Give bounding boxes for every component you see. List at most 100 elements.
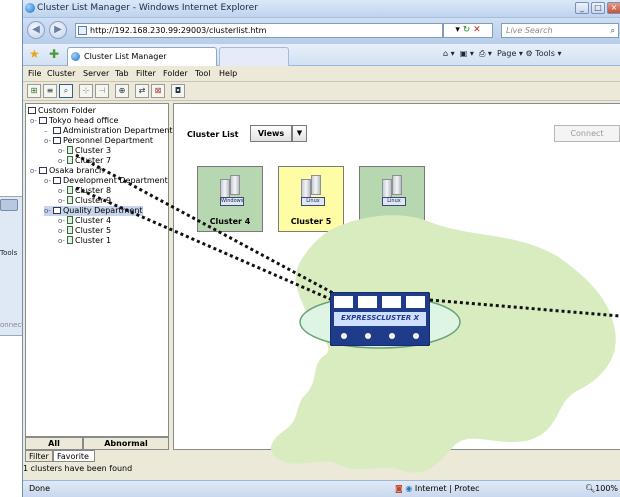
url-text: http://192.168.230.99:29003/clusterlist.… bbox=[90, 26, 267, 35]
refresh-stop-buttons[interactable]: ▾ ↻ ✕ bbox=[443, 23, 493, 38]
tree-item-cluster4[interactable]: o- Cluster 4 bbox=[58, 216, 111, 226]
menu-server[interactable]: Server bbox=[83, 66, 109, 81]
new-tab-button[interactable] bbox=[219, 47, 289, 66]
title-bar: Cluster List Manager - Windows Internet … bbox=[23, 0, 620, 18]
delete-icon[interactable]: ⊠ bbox=[151, 84, 165, 98]
disabled-tool-icon[interactable]: ⊹ bbox=[79, 84, 93, 98]
search-cluster-icon[interactable]: ⌕ bbox=[59, 84, 73, 98]
add-favorite-icon[interactable]: ✚ bbox=[49, 47, 59, 61]
background-tools-menu: Tools bbox=[0, 249, 18, 257]
views-dropdown-arrow[interactable]: ▼ bbox=[292, 125, 307, 142]
expand-icon[interactable]: o- bbox=[44, 136, 52, 146]
settings-icon[interactable]: ◘ bbox=[171, 84, 185, 98]
search-input[interactable]: Live Search ⌕ bbox=[501, 23, 619, 38]
print-icon[interactable]: ⎙ ▾ bbox=[479, 49, 492, 58]
tree-item-cluster7[interactable]: o- Cluster 7 bbox=[58, 156, 111, 166]
list-view-icon[interactable]: ≡ bbox=[43, 84, 57, 98]
tree-item-cluster1[interactable]: o- Cluster 1 bbox=[58, 236, 111, 246]
back-button[interactable]: ◀ bbox=[27, 21, 45, 39]
os-badge: Linux bbox=[382, 197, 406, 206]
search-icon[interactable]: ⌕ bbox=[611, 24, 615, 37]
menu-help[interactable]: Help bbox=[219, 66, 237, 81]
expand-icon[interactable]: o- bbox=[44, 176, 52, 186]
close-button[interactable]: × bbox=[607, 2, 620, 14]
tree-label: Administration Department bbox=[63, 126, 173, 135]
folder-icon bbox=[39, 167, 47, 174]
cluster-card-cluster4[interactable]: Windows Cluster 4 bbox=[197, 166, 263, 232]
cluster-icon bbox=[67, 186, 73, 194]
tree-label: Cluster 1 bbox=[75, 236, 112, 245]
cluster-card-cluster5[interactable]: Linux Cluster 5 bbox=[278, 166, 344, 232]
tree-label: Cluster 3 bbox=[75, 146, 112, 155]
folder-icon bbox=[53, 207, 61, 214]
zoom-level[interactable]: 🔍︎100% ▾ bbox=[585, 481, 620, 497]
favorites-star-icon[interactable]: ★ bbox=[29, 47, 40, 61]
tree-item-development[interactable]: o- Development Department bbox=[44, 176, 168, 186]
expand-icon[interactable]: o- bbox=[44, 206, 52, 216]
cluster-card-cluster1[interactable]: Linux Cluster 1 bbox=[359, 166, 425, 232]
cluster-list-panel: Cluster List Views ▼ Connect Windows Clu… bbox=[173, 103, 620, 450]
tree-label: Cluster 4 bbox=[75, 216, 112, 225]
tree-root[interactable]: Custom Folder bbox=[28, 106, 96, 116]
page-tools-menu[interactable]: Page ▾ ⚙ Tools ▾ bbox=[497, 49, 561, 58]
add-cluster-icon[interactable]: ⊕ bbox=[115, 84, 129, 98]
tree-item-tokyo[interactable]: o- Tokyo head office bbox=[30, 116, 118, 126]
expand-icon[interactable]: o- bbox=[30, 116, 38, 126]
url-input[interactable]: http://192.168.230.99:29003/clusterlist.… bbox=[75, 23, 443, 38]
browser-status-bar: Done ◙ ◉ Internet | Protec 🔍︎100% ▾ bbox=[23, 480, 620, 497]
menu-file[interactable]: File bbox=[28, 66, 41, 81]
tab-filter[interactable]: Filter bbox=[25, 450, 53, 462]
tree-item-admin[interactable]: – Administration Department bbox=[44, 126, 173, 136]
tab-favorite[interactable]: Favorite bbox=[53, 450, 95, 462]
branch-icon: o- bbox=[58, 187, 65, 195]
favorites-bar: ★ ✚ Cluster List Manager ⌂ ▾ ▣ ▾ ⎙ ▾ Pag… bbox=[23, 44, 620, 66]
zone-label: Internet | Protec bbox=[414, 484, 480, 493]
tree-label: Development Department bbox=[63, 176, 168, 185]
tree-item-quality-selected[interactable]: o- Quality Department bbox=[44, 206, 143, 216]
security-zone: ◙ ◉ Internet | Protec bbox=[395, 481, 480, 497]
branch-icon: – bbox=[44, 127, 48, 135]
tab-all[interactable]: All bbox=[25, 437, 83, 450]
folder-icon bbox=[28, 107, 36, 114]
command-bar[interactable]: ⌂ ▾ ▣ ▾ ⎙ ▾ Page ▾ ⚙ Tools ▾ bbox=[443, 49, 561, 59]
minimize-button[interactable]: _ bbox=[575, 2, 589, 14]
menu-tool[interactable]: Tool bbox=[195, 66, 211, 81]
app-toolbar: ⊞ ≡ ⌕ ⊹ ⊣ ⊕ ⇄ ⊠ ◘ bbox=[23, 81, 620, 101]
tab-cluster-list-manager[interactable]: Cluster List Manager bbox=[67, 47, 217, 66]
views-button[interactable]: Views bbox=[250, 125, 292, 142]
folder-icon bbox=[53, 127, 61, 134]
refresh-icon[interactable]: ↻ bbox=[463, 25, 471, 35]
stop-icon[interactable]: ✕ bbox=[473, 25, 481, 35]
tab-title: Cluster List Manager bbox=[84, 52, 167, 61]
expand-icon[interactable]: o- bbox=[30, 166, 38, 176]
move-icon[interactable]: ⇄ bbox=[135, 84, 149, 98]
forward-button[interactable]: ▶ bbox=[49, 21, 67, 39]
app-status-message: 1 clusters have been found bbox=[23, 464, 133, 473]
cluster-icon bbox=[67, 146, 73, 154]
tree-item-cluster3[interactable]: o- Cluster 3 bbox=[58, 146, 111, 156]
connect-button[interactable]: Connect bbox=[554, 125, 620, 142]
tree-label: Quality Department bbox=[63, 206, 143, 215]
menu-filter[interactable]: Filter bbox=[136, 66, 156, 81]
folder-icon bbox=[53, 137, 61, 144]
tree-item-cluster5[interactable]: o- Cluster 5 bbox=[58, 226, 111, 236]
background-connect-button: onnect bbox=[0, 321, 25, 329]
disabled-pin-icon[interactable]: ⊣ bbox=[95, 84, 109, 98]
cluster-folder-tree: Custom Folder o- Tokyo head office – Admin… bbox=[25, 103, 173, 437]
menu-folder[interactable]: Folder bbox=[163, 66, 188, 81]
maximize-button[interactable]: □ bbox=[591, 2, 605, 14]
feeds-icon[interactable]: ▣ ▾ bbox=[460, 49, 474, 58]
tree-item-osaka[interactable]: o- Osaka branch bbox=[30, 166, 104, 176]
home-icon[interactable]: ⌂ ▾ bbox=[443, 49, 455, 58]
tree-item-cluster8[interactable]: o- Cluster 8 bbox=[58, 186, 111, 196]
branch-icon: o- bbox=[58, 157, 65, 165]
tab-abnormal[interactable]: Abnormal bbox=[83, 437, 169, 450]
menu-cluster[interactable]: Cluster bbox=[47, 66, 75, 81]
branch-icon: o- bbox=[58, 217, 65, 225]
ie-window: Cluster List Manager - Windows Internet … bbox=[22, 0, 620, 497]
tree-item-cluster9[interactable]: o- Cluster 9 bbox=[58, 196, 111, 206]
tree-item-personnel[interactable]: o- Personnel Department bbox=[44, 136, 153, 146]
protected-mode-icon: ◙ bbox=[395, 484, 403, 493]
tree-view-icon[interactable]: ⊞ bbox=[27, 84, 41, 98]
menu-tab[interactable]: Tab bbox=[115, 66, 129, 81]
